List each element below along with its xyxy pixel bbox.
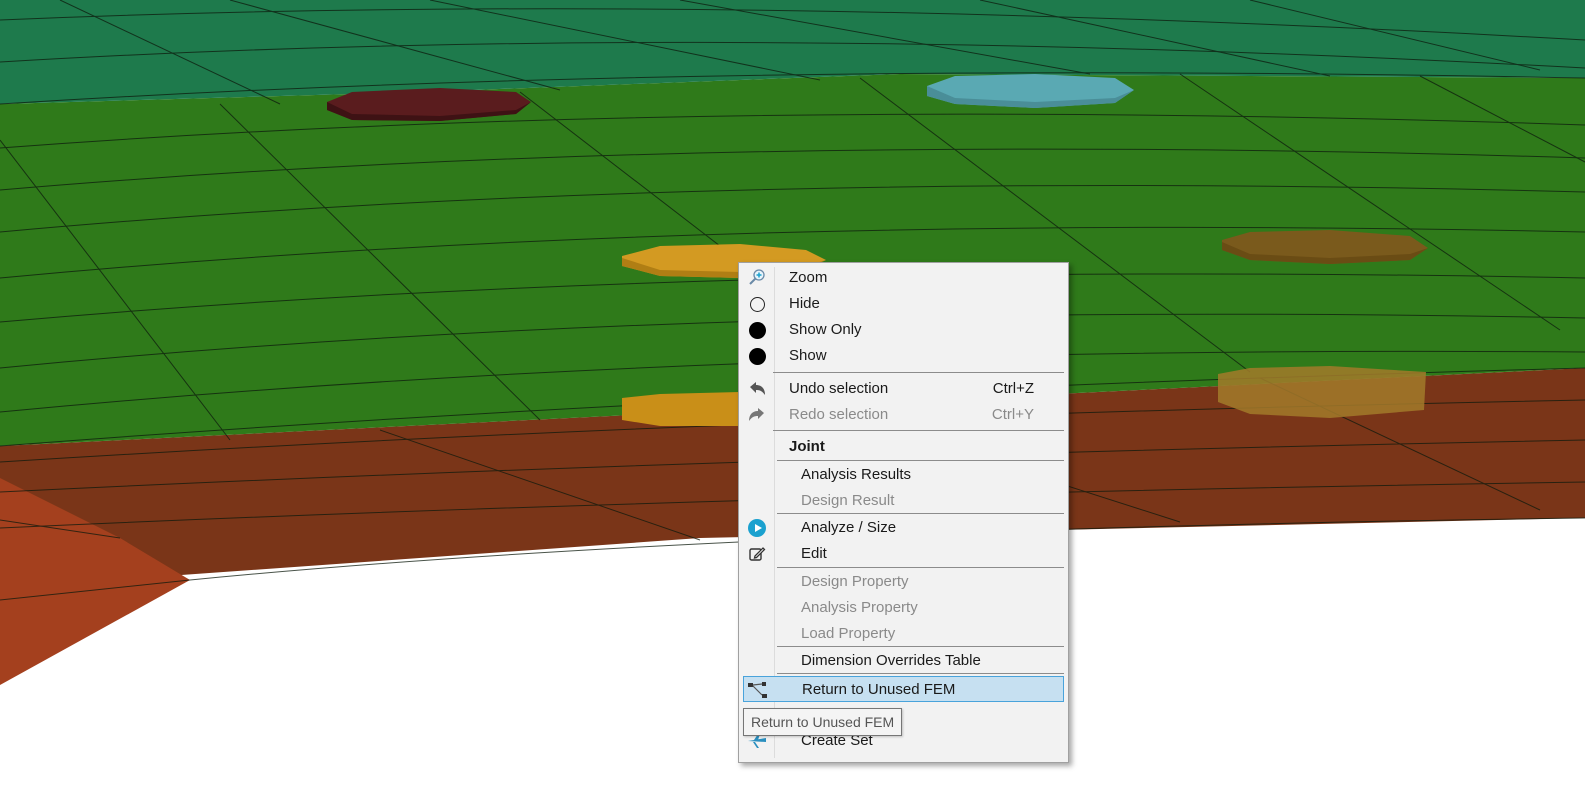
menu-item-label: Dimension Overrides Table xyxy=(801,652,981,669)
menu-separator xyxy=(777,567,1064,568)
hide-circle-icon xyxy=(743,291,771,317)
menu-item-hide[interactable]: Hide xyxy=(743,291,1064,317)
menu-item-show[interactable]: Show xyxy=(743,343,1064,369)
menu-separator xyxy=(777,460,1064,461)
play-icon xyxy=(743,515,771,541)
menu-item-label: Show xyxy=(789,347,827,364)
menu-separator xyxy=(773,372,1064,373)
menu-separator xyxy=(773,430,1064,431)
menu-item-zoom[interactable]: Zoom xyxy=(743,265,1064,291)
menu-item-label: Hide xyxy=(789,295,820,312)
menu-item-label: Edit xyxy=(801,545,827,562)
menu-item-dimension-overrides-table[interactable]: Dimension Overrides Table xyxy=(743,648,1064,674)
menu-item-return-to-unused-fem[interactable]: Return to Unused FEM xyxy=(743,676,1064,702)
menu-item-undo-selection[interactable]: Undo selection Ctrl+Z xyxy=(743,376,1064,402)
menu-item-shortcut: Ctrl+Z xyxy=(992,380,1034,397)
menu-separator xyxy=(777,673,1064,674)
show-only-circle-icon xyxy=(743,317,771,343)
show-circle-icon xyxy=(743,343,771,369)
menu-item-label: Analysis Property xyxy=(801,599,918,616)
menu-item-label: Zoom xyxy=(789,269,828,286)
redo-icon xyxy=(743,402,771,428)
menu-item-redo-selection[interactable]: Redo selection Ctrl+Y xyxy=(743,402,1064,428)
menu-item-design-property[interactable]: Design Property xyxy=(743,569,1064,595)
menu-item-label: Load Property xyxy=(801,625,896,642)
menu-item-load-property[interactable]: Load Property xyxy=(743,621,1064,647)
zoom-icon xyxy=(743,265,771,291)
menu-header-label: Joint xyxy=(789,438,825,455)
menu-separator xyxy=(777,513,1064,514)
edit-icon xyxy=(743,541,771,567)
menu-header-joint: Joint xyxy=(743,434,1064,460)
menu-item-label: Design Property xyxy=(801,573,909,590)
fastener-blue[interactable] xyxy=(927,74,1134,108)
return-fem-icon xyxy=(744,677,772,703)
menu-item-shortcut: Ctrl+Y xyxy=(991,406,1034,423)
menu-item-label: Design Result xyxy=(801,492,895,509)
menu-item-design-result[interactable]: Design Result xyxy=(743,488,1064,514)
menu-item-label: Return to Unused FEM xyxy=(802,681,956,698)
menu-separator xyxy=(777,646,1064,647)
menu-item-analysis-property[interactable]: Analysis Property xyxy=(743,595,1064,621)
menu-item-edit[interactable]: Edit xyxy=(743,541,1064,567)
menu-item-label: Undo selection xyxy=(789,380,889,397)
menu-item-label: Redo selection xyxy=(789,406,889,423)
menu-item-analysis-results[interactable]: Analysis Results xyxy=(743,462,1064,488)
menu-item-label: Show Only xyxy=(789,321,862,338)
context-menu: Zoom Hide Show Only Show Undo selection … xyxy=(738,262,1069,763)
tooltip: Return to Unused FEM xyxy=(743,708,903,736)
menu-item-show-only[interactable]: Show Only xyxy=(743,317,1064,343)
menu-item-label: Analysis Results xyxy=(801,466,912,483)
undo-icon xyxy=(743,376,771,402)
menu-item-label: Analyze / Size xyxy=(801,519,897,536)
menu-item-analyze-size[interactable]: Analyze / Size xyxy=(743,515,1064,541)
